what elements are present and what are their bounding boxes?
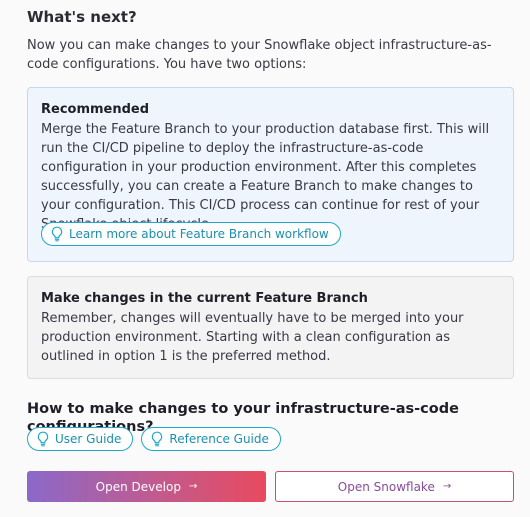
- user-guide-link[interactable]: User Guide: [27, 427, 134, 451]
- current-branch-title: Make changes in the current Feature Bran…: [41, 291, 368, 306]
- learn-more-label: Learn more about Feature Branch workflow: [69, 227, 329, 241]
- open-snowflake-button[interactable]: Open Snowflake →: [275, 471, 514, 502]
- arrow-right-icon: →: [188, 481, 198, 492]
- whats-next-panel: What's next? Now you can make changes to…: [0, 0, 530, 517]
- current-branch-body: Remember, changes will eventually have t…: [41, 311, 464, 364]
- reference-guide-link[interactable]: Reference Guide: [141, 427, 281, 451]
- arrow-right-icon: →: [442, 481, 452, 492]
- intro-text: Now you can make changes to your Snowfla…: [27, 38, 492, 72]
- reference-guide-label: Reference Guide: [169, 432, 269, 446]
- open-develop-label: Open Develop: [95, 479, 181, 494]
- open-develop-button[interactable]: Open Develop →: [27, 471, 266, 502]
- guide-links: User Guide Reference Guide: [27, 427, 281, 451]
- current-branch-card: Make changes in the current Feature Bran…: [27, 276, 514, 379]
- recommended-body: Merge the Feature Branch to your product…: [41, 122, 490, 232]
- user-guide-label: User Guide: [55, 432, 122, 446]
- recommended-card: Recommended Merge the Feature Branch to …: [27, 87, 514, 262]
- open-snowflake-label: Open Snowflake: [337, 479, 435, 494]
- page-title: What's next?: [27, 8, 137, 26]
- lightbulb-icon: [36, 431, 50, 447]
- learn-more-feature-branch-link[interactable]: Learn more about Feature Branch workflow: [41, 222, 341, 246]
- recommended-title: Recommended: [41, 102, 150, 117]
- lightbulb-icon: [150, 431, 164, 447]
- lightbulb-icon: [50, 226, 64, 242]
